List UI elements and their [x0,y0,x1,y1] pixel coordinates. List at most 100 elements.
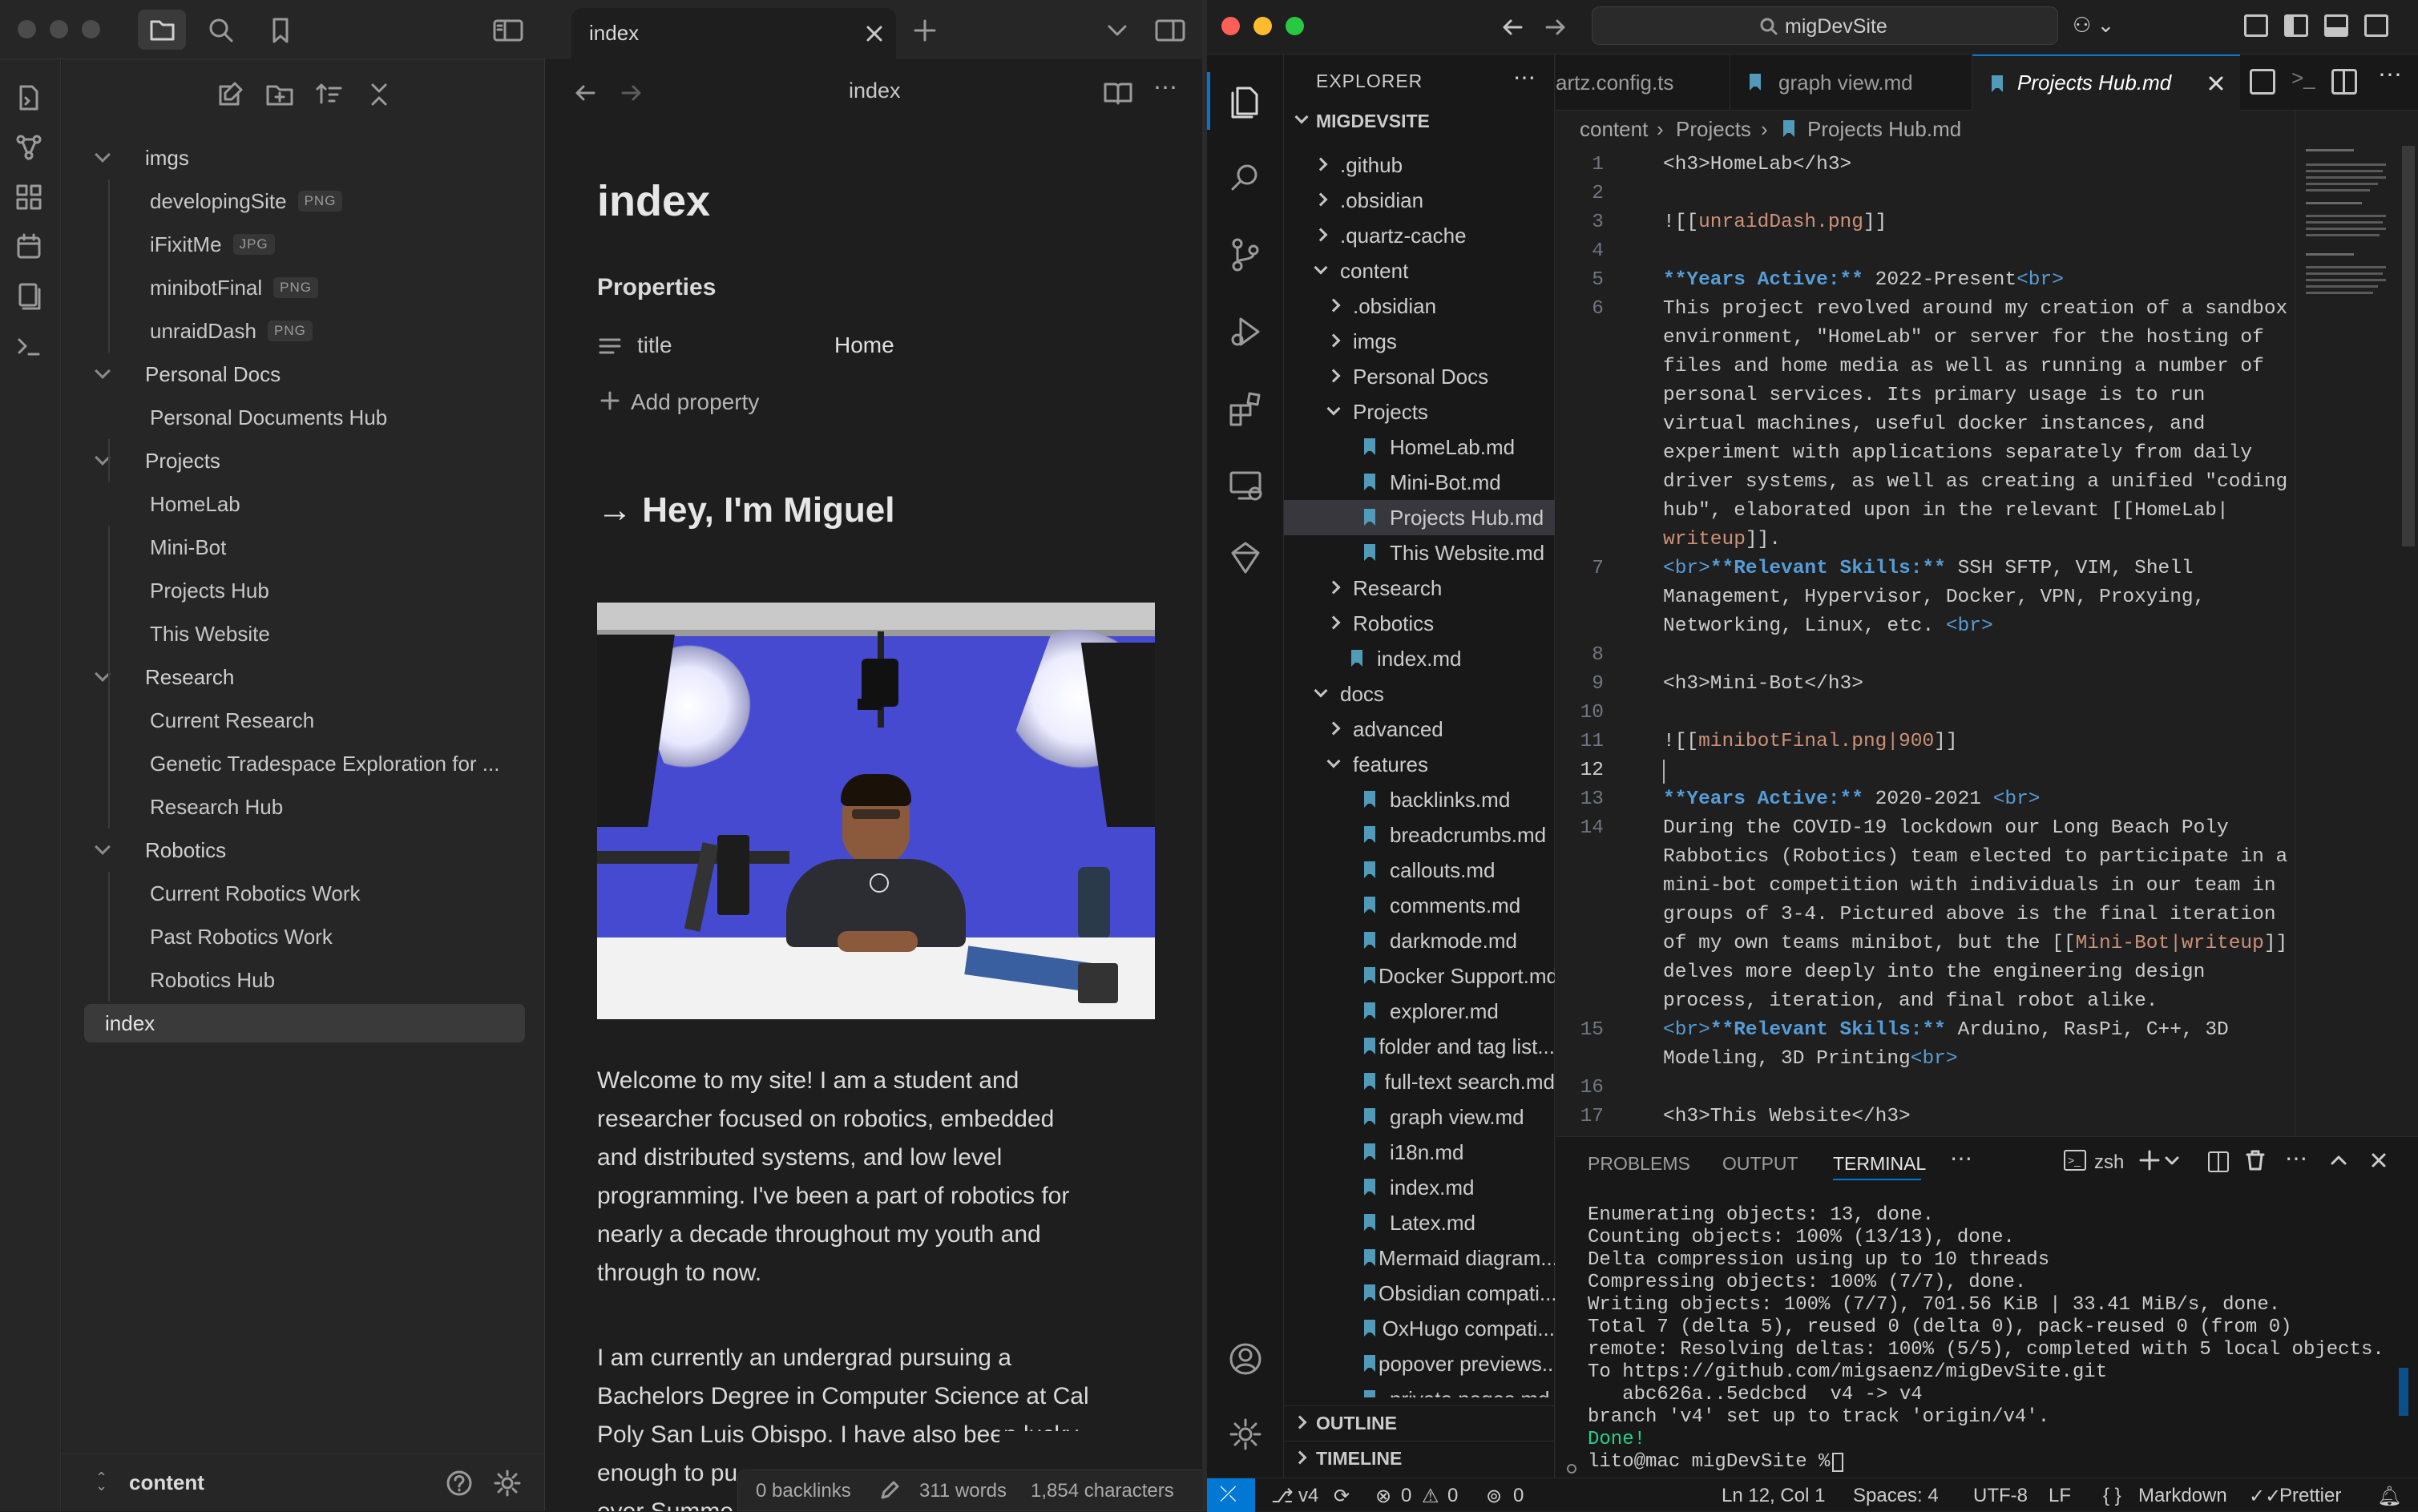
vault-switcher[interactable]: ⌃⌄ content [62,1454,545,1511]
zoom-traffic-light[interactable] [82,20,100,38]
breadcrumb-content[interactable]: content [1580,117,1648,142]
close-tab-icon[interactable] [860,19,889,48]
templates-icon[interactable] [13,280,45,312]
tab-projects-hub[interactable]: Projects Hub.md [1972,54,2240,111]
explorer-folder[interactable]: Personal Docs [1284,359,1555,394]
canvas-icon[interactable] [13,181,45,213]
explorer-files-icon[interactable] [1226,83,1265,122]
new-note-icon[interactable] [214,79,246,111]
new-tab-plus-icon[interactable] [910,16,939,45]
back-arrow-icon[interactable] [1499,13,1528,42]
tab-graph-view[interactable]: graph view.md [1730,54,1972,111]
note-title[interactable]: index [597,176,710,226]
explorer-file[interactable]: i18n.md [1284,1135,1555,1170]
split-editor-icon[interactable] [2331,69,2357,95]
more-options-icon[interactable]: ⋯ [1153,74,1177,102]
run-icon[interactable]: >_ [2291,66,2315,91]
language-mode[interactable]: Markdown [2138,1485,2227,1507]
collapse-all-icon[interactable] [363,79,395,111]
explorer-file[interactable]: This Website.md [1284,535,1555,571]
folder-imgs[interactable]: imgs [62,136,545,179]
timeline-section[interactable]: TIMELINE [1284,1441,1555,1476]
file-research-hub[interactable]: Research Hub [62,785,545,829]
explorer-file[interactable]: Latex.md [1284,1205,1555,1240]
toggle-panel-icon[interactable] [2324,14,2348,37]
explorer-file[interactable]: backlinks.md [1284,782,1555,817]
forward-arrow-icon[interactable] [1540,13,1569,42]
explorer-file[interactable]: Obsidian compati... [1284,1276,1555,1311]
run-debug-icon[interactable] [1226,312,1265,351]
properties-heading[interactable]: Properties [597,274,716,301]
explorer-file[interactable]: index.md [1284,641,1555,676]
open-quick-switcher-icon[interactable] [13,82,45,114]
new-terminal-plus-icon[interactable] [2136,1147,2163,1174]
explorer-file[interactable]: Mini-Bot.md [1284,465,1555,500]
indentation[interactable]: Spaces: 4 [1853,1485,1939,1507]
graph-view-icon[interactable] [13,131,45,163]
explorer-file[interactable]: explorer.md [1284,994,1555,1029]
file-index[interactable]: index [84,1004,525,1042]
source-control-icon[interactable] [1226,236,1265,274]
tab-output[interactable]: OUTPUT [1722,1153,1798,1175]
notifications-bell-icon[interactable]: 🔔︎ [2377,1485,2401,1508]
close-traffic-light[interactable] [18,20,36,38]
terminal-shell-name[interactable]: zsh [2094,1151,2124,1174]
explorer-file[interactable]: Projects Hub.md [1284,500,1555,535]
prettier-status[interactable]: Prettier [2279,1485,2341,1507]
terminal-dropdown-icon[interactable] [2162,1148,2182,1172]
remote-explorer-icon[interactable] [1226,466,1265,505]
explorer-folder[interactable]: .obsidian [1284,288,1555,324]
remote-indicator[interactable]: ⤫ [1207,1478,1255,1512]
file-minibotfinal[interactable]: minibotFinalPNG [62,266,545,309]
minimize-traffic-light[interactable] [50,20,68,38]
explorer-folder[interactable]: imgs [1284,324,1555,359]
right-sidebar-toggle-icon[interactable] [1152,14,1188,46]
explorer-file[interactable]: full-text search.md [1284,1064,1555,1099]
add-property-button[interactable]: Add property [597,383,805,420]
settings-gear-icon[interactable] [491,1467,523,1499]
command-center-search[interactable]: migDevSite [1592,6,2058,45]
warning-count[interactable]: 0 [1447,1485,1458,1507]
split-terminal-icon[interactable] [2208,1151,2229,1172]
toggle-primary-sidebar-icon[interactable] [2284,14,2308,37]
file-current-research[interactable]: Current Research [62,699,545,742]
folder-robotics[interactable]: Robotics [62,829,545,872]
breadcrumb-file[interactable]: Projects Hub.md [1807,117,1961,142]
ports-count[interactable]: 0 [1513,1485,1524,1507]
file-unraiddash[interactable]: unraidDashPNG [62,309,545,353]
explorer-file[interactable]: darkmode.md [1284,923,1555,958]
gitlens-icon[interactable] [1226,538,1265,577]
toggle-secondary-sidebar-icon[interactable] [2364,14,2388,37]
tab-index[interactable]: index [571,8,896,59]
back-arrow-icon[interactable] [571,79,600,107]
zoom-traffic-light[interactable] [1286,17,1304,35]
backlinks-count[interactable]: 0 backlinks [756,1480,851,1502]
file-mini-bot[interactable]: Mini-Bot [62,526,545,569]
code-view[interactable]: 1<h3>HomeLab</h3>23![[unraidDash.png]]45… [1556,147,2357,1136]
customize-layout-icon[interactable] [2244,14,2268,37]
file-homelab[interactable]: HomeLab [62,482,545,526]
explorer-folder[interactable]: .obsidian [1284,183,1555,218]
sidebar-toggle-icon[interactable] [490,14,526,46]
trash-icon[interactable] [2242,1147,2269,1174]
folder-projects[interactable]: Projects [62,439,545,482]
explorer-file[interactable]: graph view.md [1284,1099,1555,1135]
explorer-file[interactable]: popover previews... [1284,1346,1555,1381]
encoding[interactable]: UTF-8 [1973,1485,2028,1507]
explorer-folder[interactable]: .github [1284,147,1555,183]
explorer-file[interactable]: comments.md [1284,888,1555,923]
outline-section[interactable]: OUTLINE [1284,1405,1555,1441]
pencil-icon[interactable] [878,1478,902,1502]
manage-gear-icon[interactable] [1226,1415,1265,1454]
explorer-file[interactable]: HomeLab.md [1284,429,1555,465]
explorer-file[interactable]: Mermaid diagram... [1284,1240,1555,1276]
property-key[interactable]: title [637,333,672,358]
daily-note-icon[interactable] [13,231,45,263]
explorer-more-icon[interactable]: ⋯ [1513,64,1536,91]
end-of-line[interactable]: LF [2049,1485,2071,1507]
tab-list-chevron-icon[interactable] [1103,16,1132,45]
reading-view-book-icon[interactable] [1102,77,1134,109]
explorer-file[interactable]: index.md [1284,1170,1555,1205]
minimap[interactable] [2299,141,2396,317]
error-count[interactable]: 0 [1401,1485,1411,1507]
